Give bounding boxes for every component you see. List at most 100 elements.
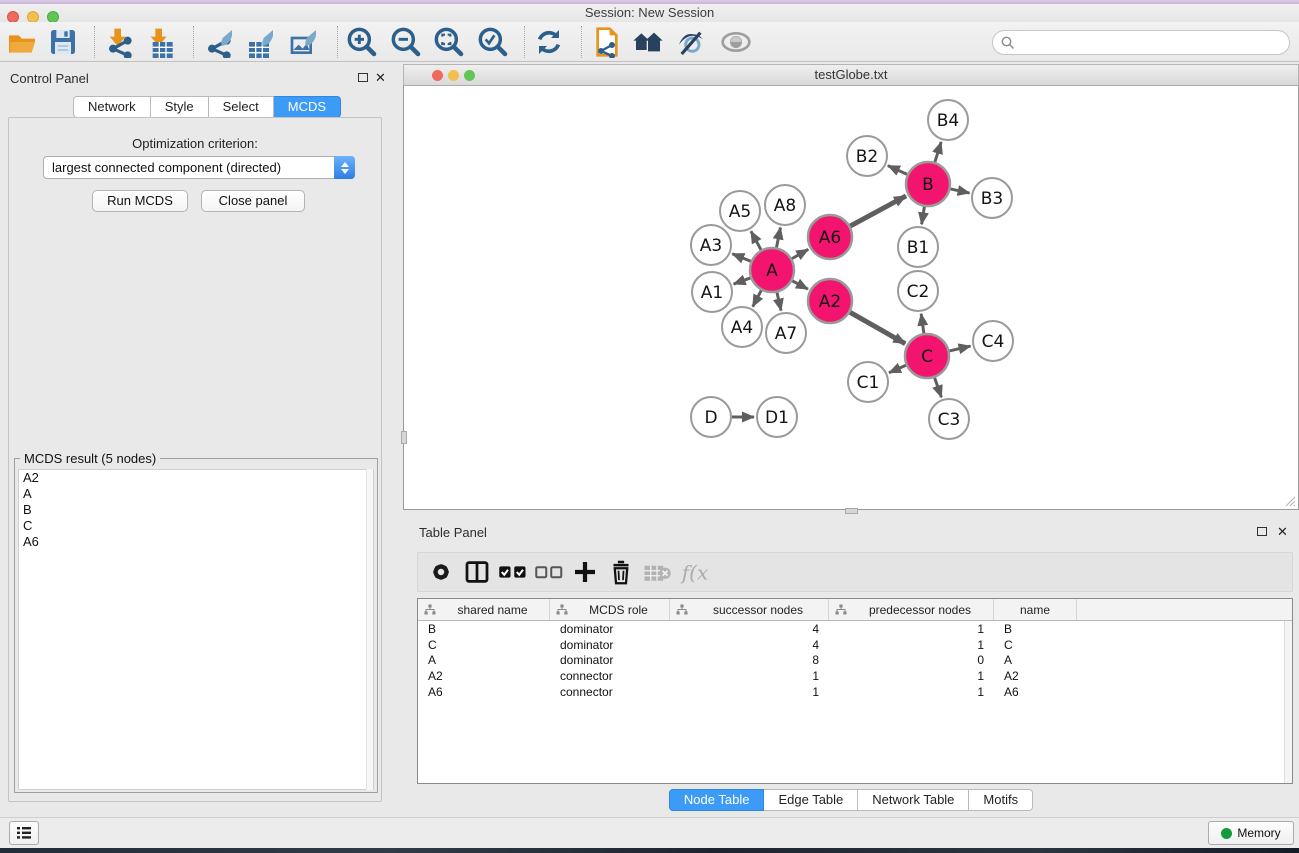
refresh-layout-icon[interactable]: [533, 26, 565, 58]
mcds-result-item[interactable]: A2: [19, 470, 367, 486]
cell-name[interactable]: A2: [994, 669, 1077, 683]
create-column-icon[interactable]: [570, 557, 600, 587]
select-all-columns-icon[interactable]: [498, 557, 528, 587]
edge-A-A3[interactable]: [732, 254, 750, 262]
edge-C-C2[interactable]: [921, 314, 924, 333]
edge-C-C3[interactable]: [935, 378, 942, 398]
graph-node-A4[interactable]: A4: [722, 307, 762, 347]
tab-network[interactable]: Network: [73, 96, 151, 118]
vizmapper-icon[interactable]: [675, 26, 707, 58]
cell-shared-name[interactable]: C: [418, 638, 550, 652]
cell-MCDS-role[interactable]: connector: [550, 669, 670, 683]
edge-C-C4[interactable]: [949, 346, 970, 351]
cell-name[interactable]: C: [994, 638, 1077, 652]
graph-node-A5[interactable]: A5: [720, 191, 760, 231]
cell-MCDS-role[interactable]: connector: [550, 685, 670, 699]
graph-node-B2[interactable]: B2: [847, 136, 887, 176]
cell-predecessor-nodes[interactable]: 1: [829, 638, 994, 652]
tab-style[interactable]: Style: [151, 96, 209, 118]
cell-shared-name[interactable]: B: [418, 622, 550, 636]
show-columns-icon[interactable]: [462, 557, 492, 587]
edge-A2-C[interactable]: [850, 312, 905, 343]
graph-node-A7[interactable]: A7: [766, 313, 806, 353]
tab-network-table[interactable]: Network Table: [858, 789, 969, 811]
optimization-criterion-dropdown[interactable]: largest connected component (directed): [43, 156, 355, 179]
network-minimize-button[interactable]: [448, 70, 459, 81]
graph-node-B1[interactable]: B1: [898, 227, 938, 267]
edge-B-B3[interactable]: [950, 189, 969, 193]
edge-A-A1[interactable]: [734, 278, 751, 284]
search-input[interactable]: [992, 30, 1290, 55]
network-close-button[interactable]: [432, 70, 443, 81]
edge-B-B4[interactable]: [935, 142, 941, 162]
cell-predecessor-nodes[interactable]: 1: [829, 685, 994, 699]
home-icon[interactable]: [632, 26, 664, 58]
graph-node-C4[interactable]: C4: [973, 321, 1013, 361]
table-settings-icon[interactable]: [426, 557, 456, 587]
cell-successor-nodes[interactable]: 1: [670, 685, 829, 699]
table-row[interactable]: Cdominator41C: [418, 637, 1292, 653]
graph-node-A6[interactable]: A6: [808, 215, 852, 259]
open-file-icon[interactable]: [7, 26, 39, 58]
edge-A-A7[interactable]: [777, 292, 781, 310]
edge-A-A6[interactable]: [792, 249, 808, 258]
tab-motifs[interactable]: Motifs: [969, 789, 1033, 811]
mcds-result-item[interactable]: B: [19, 502, 367, 518]
graph-node-C[interactable]: C: [905, 334, 949, 378]
close-panel-button[interactable]: Close panel: [201, 190, 305, 212]
graph-node-D[interactable]: D: [691, 397, 731, 437]
edge-A-A5[interactable]: [751, 231, 761, 250]
tab-mcds[interactable]: MCDS: [274, 96, 341, 118]
control-panel-close-button[interactable]: ✕: [375, 70, 386, 86]
tab-node-table[interactable]: Node Table: [669, 789, 765, 811]
cell-name[interactable]: A6: [994, 685, 1077, 699]
zoom-out-icon[interactable]: [390, 26, 422, 58]
cell-predecessor-nodes[interactable]: 1: [829, 669, 994, 683]
save-session-icon[interactable]: [47, 26, 79, 58]
graph-node-A[interactable]: A: [750, 248, 794, 292]
table-row[interactable]: A2connector11A2: [418, 668, 1292, 684]
edge-C-C1[interactable]: [889, 365, 906, 372]
network-graph[interactable]: B4B2BB3A5A8A6B1A3AC2A1A2A4A7C4CC1C3DD1: [404, 86, 1298, 508]
export-table-icon[interactable]: [245, 26, 277, 58]
mcds-result-list[interactable]: A2ABCA6: [18, 469, 368, 790]
zoom-in-icon[interactable]: [346, 26, 378, 58]
deselect-all-columns-icon[interactable]: [534, 557, 564, 587]
table-row[interactable]: Bdominator41B: [418, 621, 1292, 637]
table-panel-float-button[interactable]: [1257, 527, 1267, 536]
graph-node-A8[interactable]: A8: [765, 185, 805, 225]
cell-MCDS-role[interactable]: dominator: [550, 653, 670, 667]
tab-select[interactable]: Select: [209, 96, 274, 118]
edge-B-B2[interactable]: [888, 166, 907, 175]
edge-A6-B[interactable]: [850, 196, 906, 226]
graph-node-D1[interactable]: D1: [757, 397, 797, 437]
column-header-predecessor-nodes[interactable]: predecessor nodes: [829, 599, 994, 620]
cell-name[interactable]: B: [994, 622, 1077, 636]
export-network-icon[interactable]: [204, 26, 236, 58]
panel-divider-handle[interactable]: [845, 508, 858, 514]
control-panel-float-button[interactable]: [358, 73, 368, 82]
cell-MCDS-role[interactable]: dominator: [550, 638, 670, 652]
cybrowser-icon[interactable]: [591, 26, 623, 58]
column-header-MCDS-role[interactable]: MCDS role: [550, 599, 670, 620]
cell-successor-nodes[interactable]: 4: [670, 622, 829, 636]
mcds-result-item[interactable]: A6: [19, 534, 367, 550]
network-zoom-button[interactable]: [464, 70, 475, 81]
cell-shared-name[interactable]: A2: [418, 669, 550, 683]
graph-node-B3[interactable]: B3: [972, 178, 1012, 218]
graph-node-C2[interactable]: C2: [898, 271, 938, 311]
delete-table-icon[interactable]: [642, 557, 672, 587]
mcds-result-item[interactable]: A: [19, 486, 367, 502]
resize-grip-icon[interactable]: [1284, 495, 1296, 507]
graph-node-B[interactable]: B: [906, 162, 950, 206]
column-header-successor-nodes[interactable]: successor nodes: [670, 599, 829, 620]
import-table-icon[interactable]: [146, 26, 178, 58]
cell-shared-name[interactable]: A6: [418, 685, 550, 699]
cell-shared-name[interactable]: A: [418, 653, 550, 667]
network-window-titlebar[interactable]: testGlobe.txt: [403, 64, 1299, 86]
cell-successor-nodes[interactable]: 4: [670, 638, 829, 652]
graph-node-A1[interactable]: A1: [692, 272, 732, 312]
memory-button[interactable]: Memory: [1208, 821, 1294, 845]
mcds-result-item[interactable]: C: [19, 518, 367, 534]
graph-node-C1[interactable]: C1: [848, 362, 888, 402]
